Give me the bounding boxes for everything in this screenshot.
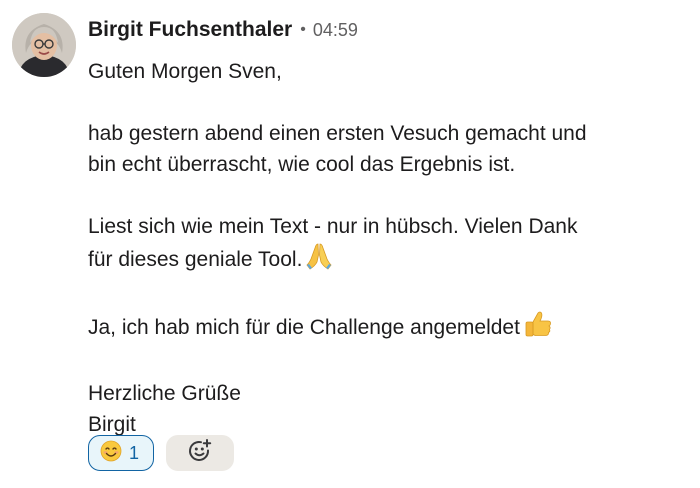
folded-hands-emoji-icon [306,242,332,279]
message-line: Herzliche Grüße [88,382,241,405]
chat-message: Birgit Fuchsenthaler • 04:59 Guten Morge… [0,0,700,488]
message-line-text: Ja, ich hab mich für die Challenge angem… [88,316,520,339]
reaction-count: 1 [129,442,140,463]
add-reaction-button[interactable] [166,435,234,471]
avatar-photo-icon [12,13,76,77]
message-line-with-emoji: für dieses geniale Tool. [88,242,688,279]
add-reaction-icon [187,438,213,469]
smiling-face-emoji-icon [100,440,122,467]
message-line: Liest sich wie mein Text - nur in hübsch… [88,215,578,238]
reaction-smiling-face[interactable]: 1 [88,435,154,471]
message-line-text: für dieses geniale Tool. [88,248,303,271]
reactions-bar: 1 [88,435,234,471]
message-line: hab gestern abend einen ersten Vesuch ge… [88,122,587,145]
message-header: Birgit Fuchsenthaler • 04:59 [88,14,358,46]
avatar[interactable] [12,13,76,77]
message-line: Guten Morgen Sven, [88,60,282,83]
author-name[interactable]: Birgit Fuchsenthaler [88,18,292,42]
thumbs-up-emoji-icon [524,310,552,347]
header-separator: • [300,21,306,38]
message-body: Guten Morgen Sven, hab gestern abend ein… [88,56,688,440]
message-line-with-emoji: Ja, ich hab mich für die Challenge angem… [88,310,688,347]
message-timestamp[interactable]: 04:59 [313,20,358,41]
message-line: bin echt überrascht, wie cool das Ergebn… [88,153,516,176]
